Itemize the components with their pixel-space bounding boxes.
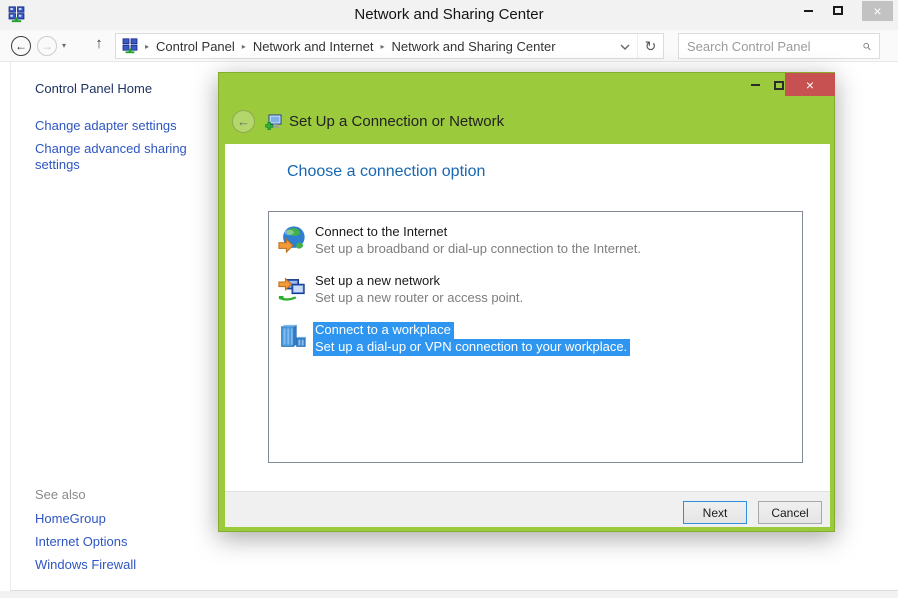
recent-pages-dropdown[interactable]: ▾ — [62, 41, 66, 50]
option-description: Set up a new router or access point. — [315, 290, 526, 307]
search-box[interactable] — [678, 33, 880, 59]
breadcrumb-separator-icon: ▸ — [138, 42, 156, 51]
up-button[interactable]: ↑ — [90, 35, 108, 52]
dialog-footer: Next Cancel — [225, 491, 830, 527]
connection-options-list: Connect to the Internet Set up a broadba… — [268, 211, 803, 463]
address-bar[interactable]: ▸ Control Panel ▸ Network and Internet ▸… — [115, 33, 664, 59]
search-icon — [863, 40, 871, 53]
address-dropdown-button[interactable] — [613, 37, 637, 55]
dialog-content-panel: Choose a connection option Connect to th… — [225, 144, 830, 491]
network-location-icon — [122, 38, 138, 54]
chevron-down-icon: ▾ — [62, 41, 66, 50]
option-title: Connect to a workplace — [315, 322, 630, 339]
title-bar: Network and Sharing Center × — [0, 0, 898, 30]
option-description: Set up a dial-up or VPN connection to yo… — [315, 339, 630, 356]
new-network-arrow-icon — [277, 273, 307, 303]
dialog-minimize-button[interactable] — [743, 77, 767, 93]
sidebar-item-homegroup[interactable]: HomeGroup — [35, 511, 106, 527]
minimize-icon — [751, 84, 760, 86]
option-title: Set up a new network — [315, 273, 526, 290]
window-frame-strip — [0, 591, 898, 598]
option-connect-to-workplace[interactable]: Connect to a workplace Set up a dial-up … — [277, 322, 630, 356]
dialog-heading: Choose a connection option — [287, 163, 485, 181]
option-connect-to-internet[interactable]: Connect to the Internet Set up a broadba… — [277, 224, 644, 258]
back-button[interactable]: ← — [11, 36, 31, 56]
dialog-close-button[interactable]: × — [785, 73, 835, 96]
back-icon: ← — [15, 39, 27, 53]
see-also-heading: See also — [35, 487, 86, 503]
cancel-button[interactable]: Cancel — [758, 501, 822, 524]
window-frame-left — [10, 62, 11, 590]
breadcrumb-separator-icon: ▸ — [374, 42, 392, 51]
maximize-icon — [774, 81, 784, 90]
refresh-icon: ↻ — [645, 38, 657, 54]
breadcrumb-control-panel[interactable]: Control Panel — [156, 39, 235, 54]
option-description: Set up a broadband or dial-up connection… — [315, 241, 644, 258]
window-title: Network and Sharing Center — [0, 0, 898, 30]
breadcrumb-network-and-sharing-center[interactable]: Network and Sharing Center — [392, 39, 556, 54]
setup-network-icon — [265, 114, 282, 131]
breadcrumb-separator-icon: ▸ — [235, 42, 253, 51]
sidebar-item-change-advanced-sharing-settings[interactable]: Change advanced sharing settings — [35, 141, 203, 173]
option-title: Connect to the Internet — [315, 224, 644, 241]
option-set-up-new-network[interactable]: Set up a new network Set up a new router… — [277, 273, 526, 307]
dialog-back-button[interactable]: ← — [232, 110, 255, 133]
sidebar-item-control-panel-home[interactable]: Control Panel Home — [35, 81, 152, 97]
dialog-title: Set Up a Connection or Network — [289, 113, 504, 130]
refresh-button[interactable]: ↻ — [637, 34, 663, 58]
minimize-icon — [804, 10, 813, 12]
breadcrumb-network-and-internet[interactable]: Network and Internet — [253, 39, 374, 54]
close-button[interactable]: × — [862, 1, 893, 21]
back-icon: ← — [237, 114, 250, 129]
minimize-button[interactable] — [796, 1, 820, 20]
sidebar-item-internet-options[interactable]: Internet Options — [35, 534, 128, 550]
close-icon: × — [806, 77, 814, 93]
chevron-down-icon — [620, 44, 630, 50]
sidebar-item-windows-firewall[interactable]: Windows Firewall — [35, 557, 136, 573]
globe-arrow-icon — [277, 224, 307, 254]
maximize-button[interactable] — [826, 1, 850, 20]
search-input[interactable] — [687, 39, 863, 54]
workplace-buildings-icon — [277, 322, 307, 352]
maximize-icon — [833, 6, 843, 15]
forward-button[interactable]: → — [37, 36, 57, 56]
up-arrow-icon: ↑ — [95, 35, 103, 52]
forward-icon: → — [41, 39, 53, 53]
sidebar-item-change-adapter-settings[interactable]: Change adapter settings — [35, 118, 177, 134]
setup-connection-dialog: × ← Set Up a Connection or Network Choos… — [218, 72, 835, 532]
close-icon: × — [873, 3, 881, 19]
next-button[interactable]: Next — [683, 501, 747, 524]
